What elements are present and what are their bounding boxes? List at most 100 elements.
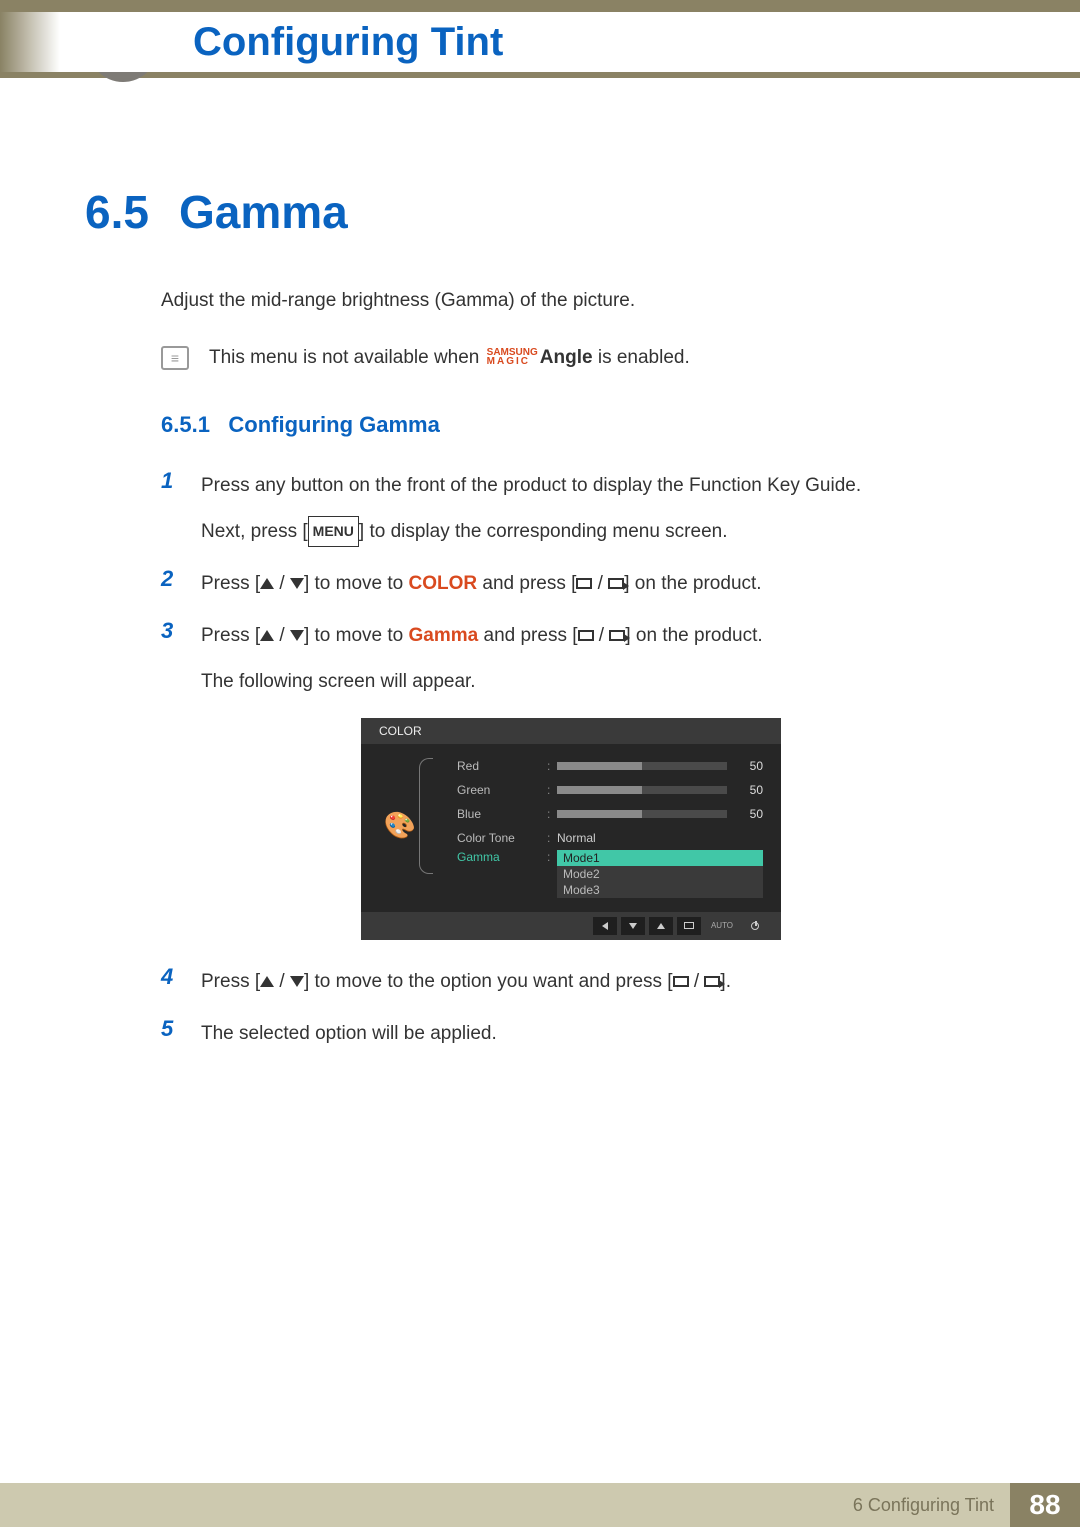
osd-label: Green [457, 783, 547, 797]
osd-nav-bar: AUTO [361, 912, 781, 940]
brand-bottom: MAGIC [487, 356, 530, 367]
section-heading: 6.5 Gamma [85, 185, 995, 239]
osd-label: Blue [457, 807, 547, 821]
osd-value: 50 [737, 807, 763, 821]
section-number: 6.5 [85, 185, 149, 239]
rect-icon [576, 578, 592, 589]
keyword-color: COLOR [409, 573, 478, 594]
nav-up-button[interactable] [649, 917, 673, 935]
note-icon: ≡ [161, 346, 189, 370]
triangle-up-icon [260, 578, 274, 589]
source-icon [608, 578, 624, 589]
s1b-post: ] to display the corresponding menu scre… [359, 521, 728, 542]
palette-icon: 🎨 [384, 810, 416, 841]
note-row: ≡ This menu is not available when SAMSUN… [161, 346, 995, 370]
s3-pre: Press [ [201, 625, 260, 646]
osd-label-active: Gamma [457, 850, 547, 864]
slider-fill [557, 762, 642, 770]
step-number: 1 [161, 468, 181, 550]
s3-tail: The following screen will appear. [201, 664, 995, 700]
source-icon [609, 630, 625, 641]
bracket-icon [419, 758, 433, 874]
page: Configuring Tint 6.5 Gamma Adjust the mi… [0, 0, 1080, 1527]
nav-down-button[interactable] [621, 917, 645, 935]
s3-post2: ] on the product. [625, 625, 762, 646]
note-prefix: This menu is not available when [209, 347, 485, 368]
osd-value: Normal [557, 831, 763, 845]
triangle-up-icon [260, 630, 274, 641]
steps-list: 1 Press any button on the front of the p… [161, 468, 995, 1053]
s2-pre: Press [ [201, 573, 260, 594]
osd-row-gamma: Gamma : Mode1 Mode2 Mode3 [457, 850, 763, 898]
arrow-left-icon [602, 922, 608, 930]
enter-icon [684, 922, 694, 929]
step1-line1: Press any button on the front of the pro… [201, 475, 861, 496]
s4-pre: Press [ [201, 971, 260, 992]
osd-row-colortone: Color Tone : Normal [457, 826, 763, 850]
rect-icon [673, 976, 689, 987]
subsection-number: 6.5.1 [161, 412, 210, 437]
s2-mid: ] to move to [304, 573, 409, 594]
step-2: 2 Press [ / ] to move to COLOR and press… [161, 566, 995, 602]
osd-left: 🎨 [379, 754, 421, 898]
step-number: 3 [161, 618, 181, 700]
step1-line2: Next, press [MENU] to display the corres… [201, 514, 995, 550]
step-3: 3 Press [ / ] to move to Gamma and press… [161, 618, 995, 700]
note-text: This menu is not available when SAMSUNGM… [209, 347, 690, 369]
nav-power-button[interactable] [743, 917, 767, 935]
samsung-magic-logo: SAMSUNGMAGIC [487, 348, 538, 366]
osd-body: 🎨 Red : 50 Green : [361, 744, 781, 912]
step-number: 5 [161, 1016, 181, 1052]
triangle-up-icon [260, 976, 274, 987]
gamma-dropdown[interactable]: Mode1 Mode2 Mode3 [557, 850, 763, 898]
s4-mid: ] to move to the option you want and pre… [304, 971, 673, 992]
osd-row-red: Red : 50 [457, 754, 763, 778]
colon: : [547, 759, 557, 773]
subsection-heading: 6.5.1 Configuring Gamma [161, 412, 995, 438]
triangle-down-icon [290, 578, 304, 589]
step-body: The selected option will be applied. [201, 1016, 995, 1052]
step-body: Press [ / ] to move to the option you wa… [201, 964, 995, 1000]
content: 6.5 Gamma Adjust the mid-range brightnes… [85, 185, 995, 1068]
chapter-title: Configuring Tint [193, 20, 503, 65]
nav-enter-button[interactable] [677, 917, 701, 935]
s2-post2: ] on the product. [624, 573, 761, 594]
footer-page-number: 88 [1010, 1483, 1080, 1527]
subsection-name: Configuring Gamma [228, 412, 439, 437]
triangle-down-icon [290, 976, 304, 987]
section-intro: Adjust the mid-range brightness (Gamma) … [161, 287, 995, 316]
osd-title: COLOR [361, 718, 781, 744]
nav-back-button[interactable] [593, 917, 617, 935]
step-body: Press [ / ] to move to Gamma and press [… [201, 618, 995, 700]
osd-value: 50 [737, 759, 763, 773]
rect-icon [578, 630, 594, 641]
slider-track[interactable] [557, 762, 727, 770]
arrow-down-icon [629, 923, 637, 929]
osd-panel: COLOR 🎨 Red : 50 [361, 718, 781, 940]
slider-track[interactable] [557, 786, 727, 794]
slider-fill [557, 810, 642, 818]
osd-row-green: Green : 50 [457, 778, 763, 802]
nav-auto-button[interactable]: AUTO [705, 917, 739, 935]
gamma-option[interactable]: Mode2 [557, 866, 763, 882]
osd-screenshot: COLOR 🎨 Red : 50 [361, 718, 995, 940]
triangle-down-icon [290, 630, 304, 641]
gamma-option[interactable]: Mode3 [557, 882, 763, 898]
s1b-pre: Next, press [ [201, 521, 308, 542]
section-name: Gamma [179, 185, 348, 239]
colon: : [547, 807, 557, 821]
step-5: 5 The selected option will be applied. [161, 1016, 995, 1052]
footer-chapter: 6 Configuring Tint [0, 1483, 1010, 1527]
brand-word: Angle [540, 347, 593, 368]
menu-button-icon: MENU [308, 516, 359, 547]
osd-label: Red [457, 759, 547, 773]
colon: : [547, 850, 557, 864]
slider-track[interactable] [557, 810, 727, 818]
s3-post1: and press [ [478, 625, 577, 646]
s3-mid: ] to move to [304, 625, 409, 646]
gamma-option-selected[interactable]: Mode1 [557, 850, 763, 866]
arrow-up-icon [657, 923, 665, 929]
header-fade [0, 12, 150, 72]
note-suffix: is enabled. [593, 347, 690, 368]
footer: 6 Configuring Tint 88 [0, 1483, 1080, 1527]
